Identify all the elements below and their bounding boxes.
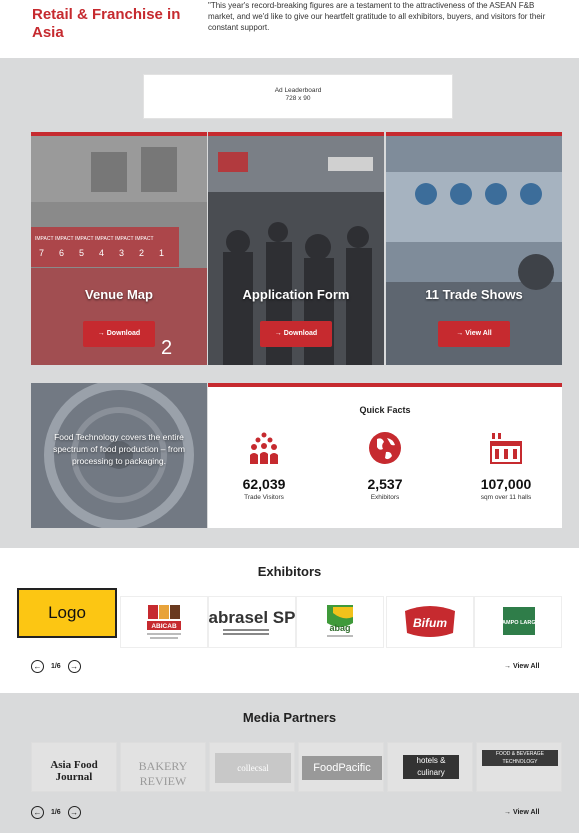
media-logo-text: collecsal: [215, 753, 291, 783]
food-technology-text: Food Technology covers the entire spectr…: [53, 432, 185, 466]
fact-trade-visitors: 62,039 Trade Visitors: [209, 431, 319, 501]
exhibitor-logo-abicab[interactable]: ABICAB: [120, 596, 208, 648]
exhibitor-logo-abrasel[interactable]: abrasel SP: [208, 596, 296, 648]
prev-arrow-icon[interactable]: ←: [31, 806, 44, 819]
svg-text:ABICAB: ABICAB: [151, 623, 177, 630]
people-group-icon: [250, 432, 278, 464]
svg-text:2: 2: [139, 248, 144, 258]
media-partners-title: Media Partners: [242, 710, 337, 725]
hero-title: Retail & Franchise in Asia: [32, 6, 181, 41]
application-form-card[interactable]: Application Form → Download: [208, 132, 384, 365]
fact-exhibitors: 2,537 Exhibitors: [330, 431, 440, 501]
next-arrow-icon[interactable]: →: [67, 806, 81, 819]
media-logo-hotels-culinary[interactable]: hotels & culinary: [387, 742, 473, 792]
quick-facts-title: Quick Facts: [359, 405, 411, 415]
campo-largo-logo: CAMPO LARGO: [498, 607, 541, 635]
svg-text:IMPACT: IMPACT: [35, 236, 54, 242]
card-top-bar: [386, 132, 562, 136]
svg-text:1: 1: [159, 248, 164, 258]
trade-shows-card[interactable]: 11 Trade Shows → View All: [386, 132, 562, 365]
media-logo-text: BAKERY REVIEW: [138, 759, 188, 788]
svg-text:7: 7: [39, 248, 44, 258]
exhibitor-logo-bifum[interactable]: Bifum: [386, 596, 474, 648]
fact-halls: 107,000 sqm over 11 halls: [451, 431, 561, 501]
media-logo-text: FOOD & BEVERAGE TECHNOLOGY: [482, 750, 558, 766]
ad-size: 728 x 90: [285, 95, 311, 102]
food-technology-tile[interactable]: Food Technology covers the entire spectr…: [31, 383, 207, 528]
trade-shows-view-all-button[interactable]: → View All: [438, 321, 510, 347]
trade-shows-title: 11 Trade Shows: [425, 287, 523, 302]
bifum-logo: Bifum: [405, 606, 455, 637]
hero-quote-text: "This year's record-breaking figures are…: [208, 1, 546, 32]
media-logo-text: FoodPacific: [302, 756, 382, 780]
facts-top-bar: [208, 383, 562, 387]
hero-quote: "This year's record-breaking figures are…: [208, 0, 558, 33]
application-form-download-button[interactable]: → Download: [260, 321, 332, 347]
abag-logo: abag: [327, 605, 353, 637]
media-logo-text: Asia Food Journal: [50, 759, 98, 783]
application-form-title: Application Form: [242, 287, 350, 302]
exhibitor-logo-abag[interactable]: abag: [296, 596, 384, 648]
ad-label: Ad Leaderboard: [274, 87, 322, 94]
svg-text:5: 5: [79, 248, 84, 258]
fact-label: Exhibitors: [370, 494, 400, 501]
fact-value: 62,039: [242, 476, 286, 492]
ad-leaderboard[interactable]: Ad Leaderboard 728 x 90: [143, 74, 453, 119]
svg-text:2: 2: [161, 337, 172, 359]
venue-map-card[interactable]: IMPACT IMPACT IMPACT IMPACT IMPACT IMPACT 765…: [31, 132, 207, 365]
svg-text:IMPACT: IMPACT: [95, 236, 114, 242]
fact-label: sqm over 11 halls: [480, 494, 532, 501]
abrasel-logo: abrasel SP: [209, 608, 295, 635]
media-logo-foodpacific[interactable]: FoodPacific: [298, 742, 384, 792]
pager-count: 1/6: [50, 663, 61, 671]
fact-label: Trade Visitors: [244, 494, 284, 501]
card-top-bar: [208, 132, 384, 136]
fact-value: 107,000: [480, 476, 532, 492]
exhibitors-title: Exhibitors: [257, 564, 322, 579]
media-view-all-link[interactable]: → View All: [504, 809, 539, 816]
exhibitor-logo-campo-largo[interactable]: CAMPO LARGO: [474, 596, 562, 648]
media-logo-fb-technology[interactable]: FOOD & BEVERAGE TECHNOLOGY: [476, 742, 562, 792]
pager-count: 1/6: [50, 809, 61, 817]
exhibitors-pager: ← 1/6 →: [31, 660, 81, 673]
svg-text:CAMPO LARGO: CAMPO LARGO: [498, 620, 541, 626]
svg-text:Bifum: Bifum: [413, 616, 447, 630]
venue-map-title: Venue Map: [85, 287, 153, 302]
logo-placeholder: Logo: [17, 588, 117, 638]
card-top-bar: [31, 132, 207, 136]
abicab-logo: ABICAB: [147, 605, 181, 639]
svg-text:abag: abag: [329, 623, 350, 633]
exhibitors-view-all-link[interactable]: → View All: [504, 663, 539, 670]
svg-text:abrasel SP: abrasel SP: [209, 608, 295, 627]
svg-text:IMPACT: IMPACT: [135, 236, 154, 242]
media-logo-collecsal[interactable]: collecsal: [209, 742, 295, 792]
exhibition-hall-icon: [490, 433, 522, 464]
svg-text:3: 3: [119, 248, 124, 258]
venue-map-download-button[interactable]: → Download: [83, 321, 155, 347]
svg-text:IMPACT: IMPACT: [55, 236, 74, 242]
quick-facts-panel: Quick Facts 62,039 Trade Visitors 2,537 …: [208, 383, 562, 528]
svg-text:IMPACT: IMPACT: [75, 236, 94, 242]
svg-text:6: 6: [59, 248, 64, 258]
media-logo-bakery-review[interactable]: BAKERY REVIEW: [120, 742, 206, 792]
media-pager: ← 1/6 →: [31, 806, 81, 819]
media-logo-text: hotels & culinary: [403, 755, 459, 779]
fact-value: 2,537: [367, 476, 403, 492]
svg-text:IMPACT: IMPACT: [115, 236, 134, 242]
svg-text:4: 4: [99, 248, 104, 258]
next-arrow-icon[interactable]: →: [67, 660, 81, 673]
globe-icon: [369, 432, 401, 464]
prev-arrow-icon[interactable]: ←: [31, 660, 44, 673]
media-logo-asia-food-journal[interactable]: Asia Food Journal: [31, 742, 117, 792]
